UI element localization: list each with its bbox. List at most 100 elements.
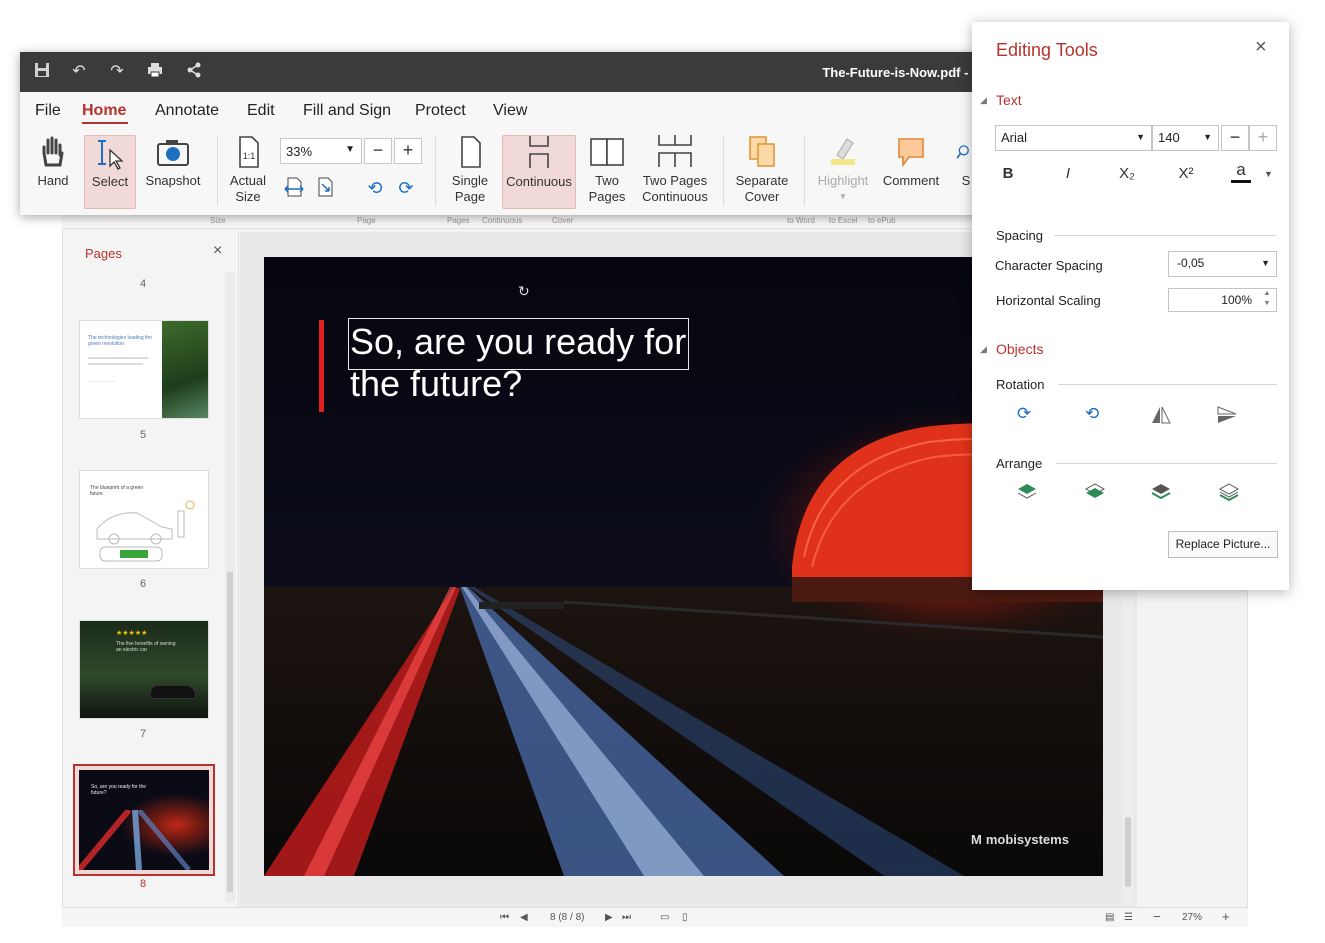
send-to-back-icon[interactable]: [1218, 482, 1240, 504]
font-size-increase-button[interactable]: +: [1249, 125, 1277, 151]
font-family-select[interactable]: Arial ▼: [995, 125, 1152, 151]
snapshot-button[interactable]: Snapshot: [142, 135, 204, 189]
bring-to-front-icon[interactable]: [1016, 482, 1038, 504]
close-icon[interactable]: ×: [213, 242, 222, 260]
page-thumbnail-8-selected[interactable]: So, are you ready for the future?: [73, 764, 215, 876]
menu-home[interactable]: Home: [82, 102, 126, 120]
hand-tool-button[interactable]: Hand: [30, 135, 76, 189]
two-pages-continuous-button[interactable]: Two Pages Continuous: [638, 135, 712, 205]
zoom-in-button[interactable]: +: [1222, 909, 1230, 924]
print-icon[interactable]: [145, 62, 165, 82]
page-number-selected: 8: [139, 878, 147, 890]
page-layout-icon[interactable]: ▤: [1105, 912, 1114, 923]
zoom-out-button[interactable]: −: [1153, 909, 1161, 924]
zoom-level[interactable]: 27%: [1182, 912, 1202, 923]
italic-button[interactable]: I: [1053, 165, 1083, 182]
font-size-decrease-button[interactable]: −: [1221, 125, 1249, 151]
pages-scrollbar[interactable]: [225, 272, 235, 902]
rotate-counterclockwise-icon[interactable]: ⟲: [1085, 404, 1107, 426]
editing-tools-title: Editing Tools: [996, 40, 1098, 60]
two-pages-label-2: Pages: [588, 189, 626, 204]
page-thumbnail-5[interactable]: The technologies leading the green revol…: [79, 320, 209, 419]
divider: [1056, 463, 1277, 464]
divider: [1058, 384, 1277, 385]
doc-view-icon[interactable]: ▯: [682, 912, 688, 923]
chevron-down-icon: ▼: [839, 192, 847, 201]
spacing-label: Spacing: [996, 228, 1043, 243]
rotate-left-icon[interactable]: ⟲: [363, 178, 387, 202]
brand-logo: Mmobisystems: [971, 832, 1069, 847]
zoom-select[interactable]: 33% ▼: [280, 138, 362, 164]
character-spacing-select[interactable]: -0,05 ▼: [1168, 251, 1277, 277]
select-tool-button[interactable]: Select: [84, 135, 136, 209]
menu-fill-and-sign[interactable]: Fill and Sign: [303, 102, 391, 120]
single-page-button[interactable]: Single Page: [444, 135, 496, 205]
last-page-icon[interactable]: ⏭: [622, 912, 631, 923]
slide-headline-line1[interactable]: So, are you ready for: [350, 321, 686, 363]
list-view-icon[interactable]: ☰: [1124, 912, 1133, 923]
page-indicator[interactable]: 8 (8 / 8): [550, 912, 584, 923]
continuous-button[interactable]: Continuous: [502, 135, 576, 209]
toolbar-separator: [804, 136, 805, 206]
font-color-button[interactable]: a: [1231, 160, 1251, 183]
send-backward-icon[interactable]: [1150, 482, 1172, 504]
fit-width-icon[interactable]: [282, 176, 306, 200]
menu-view[interactable]: View: [493, 102, 527, 120]
chevron-down-icon[interactable]: ▼: [1264, 169, 1273, 179]
zoom-in-button[interactable]: +: [394, 138, 422, 164]
bring-forward-icon[interactable]: [1084, 482, 1106, 504]
rotation-label: Rotation: [996, 377, 1045, 392]
menu-file[interactable]: File: [35, 102, 61, 120]
separate-cover-label-1: Separate: [735, 173, 789, 188]
comment-label: Comment: [882, 173, 940, 188]
redo-icon[interactable]: ↷: [107, 62, 127, 82]
actual-size-button[interactable]: 1:1 Actual Size: [225, 135, 271, 205]
status-bar: ⏮ ◀ 8 (8 / 8) ▶ ⏭ ▭ ▯ ▤ ☰ − 27% +: [62, 907, 1248, 927]
horizontal-scaling-stepper[interactable]: 100% ▲ ▼: [1168, 288, 1277, 312]
collapse-triangle-icon[interactable]: ◢: [980, 95, 987, 106]
rotate-right-icon[interactable]: ⟳: [394, 178, 418, 202]
flip-vertical-icon[interactable]: [1216, 405, 1238, 427]
page-number: 7: [139, 728, 147, 740]
comment-button[interactable]: Comment: [880, 135, 942, 189]
brand-name: mobisystems: [985, 832, 1069, 847]
ghost-label: Size: [210, 216, 226, 225]
close-icon[interactable]: ×: [1255, 36, 1267, 59]
zoom-out-button[interactable]: −: [364, 138, 392, 164]
rotate-clockwise-icon[interactable]: ⟳: [1017, 404, 1039, 426]
menu-edit[interactable]: Edit: [247, 102, 275, 120]
separate-cover-button[interactable]: Separate Cover: [732, 135, 792, 205]
text-section-header[interactable]: Text: [996, 92, 1022, 108]
thumbnail-stars: ★★★★★: [116, 630, 148, 637]
replace-picture-button[interactable]: Replace Picture...: [1168, 531, 1278, 558]
comment-icon: [898, 138, 924, 168]
collapse-triangle-icon[interactable]: ◢: [980, 344, 987, 355]
separate-cover-label-2: Cover: [744, 189, 780, 204]
prev-page-icon[interactable]: ◀: [520, 912, 528, 923]
undo-icon[interactable]: ↶: [69, 62, 89, 82]
next-page-icon[interactable]: ▶: [605, 912, 613, 923]
page-thumbnail-7[interactable]: ★★★★★ The five benefits of owning an ele…: [79, 620, 209, 719]
save-icon[interactable]: [32, 62, 52, 82]
ghost-label: to Excel: [829, 216, 858, 225]
share-icon[interactable]: [184, 62, 204, 82]
objects-section-header[interactable]: Objects: [996, 341, 1043, 357]
horizontal-scaling-value: 100%: [1221, 293, 1252, 307]
flip-horizontal-icon[interactable]: [1150, 405, 1172, 427]
slide-headline-line2[interactable]: the future?: [350, 363, 522, 405]
stepper-arrows-icon[interactable]: ▲ ▼: [1260, 289, 1274, 309]
first-page-icon[interactable]: ⏮: [500, 912, 509, 923]
menu-protect[interactable]: Protect: [415, 102, 466, 120]
superscript-button[interactable]: X²: [1171, 165, 1201, 182]
font-size-select[interactable]: 140 ▼: [1152, 125, 1219, 151]
page-thumbnail-6[interactable]: The blueprint of a green future: [79, 470, 209, 569]
subscript-button[interactable]: X₂: [1112, 165, 1142, 182]
bold-button[interactable]: B: [993, 165, 1023, 182]
single-view-icon[interactable]: ▭: [660, 912, 669, 923]
fit-page-icon[interactable]: [313, 176, 337, 200]
two-pages-button[interactable]: Two Pages: [582, 135, 632, 205]
menu-annotate[interactable]: Annotate: [155, 102, 219, 120]
pages-panel-title: Pages: [85, 246, 122, 261]
rotate-handle-icon[interactable]: ↻: [518, 283, 530, 300]
highlight-button[interactable]: Highlight ▼: [814, 135, 872, 205]
